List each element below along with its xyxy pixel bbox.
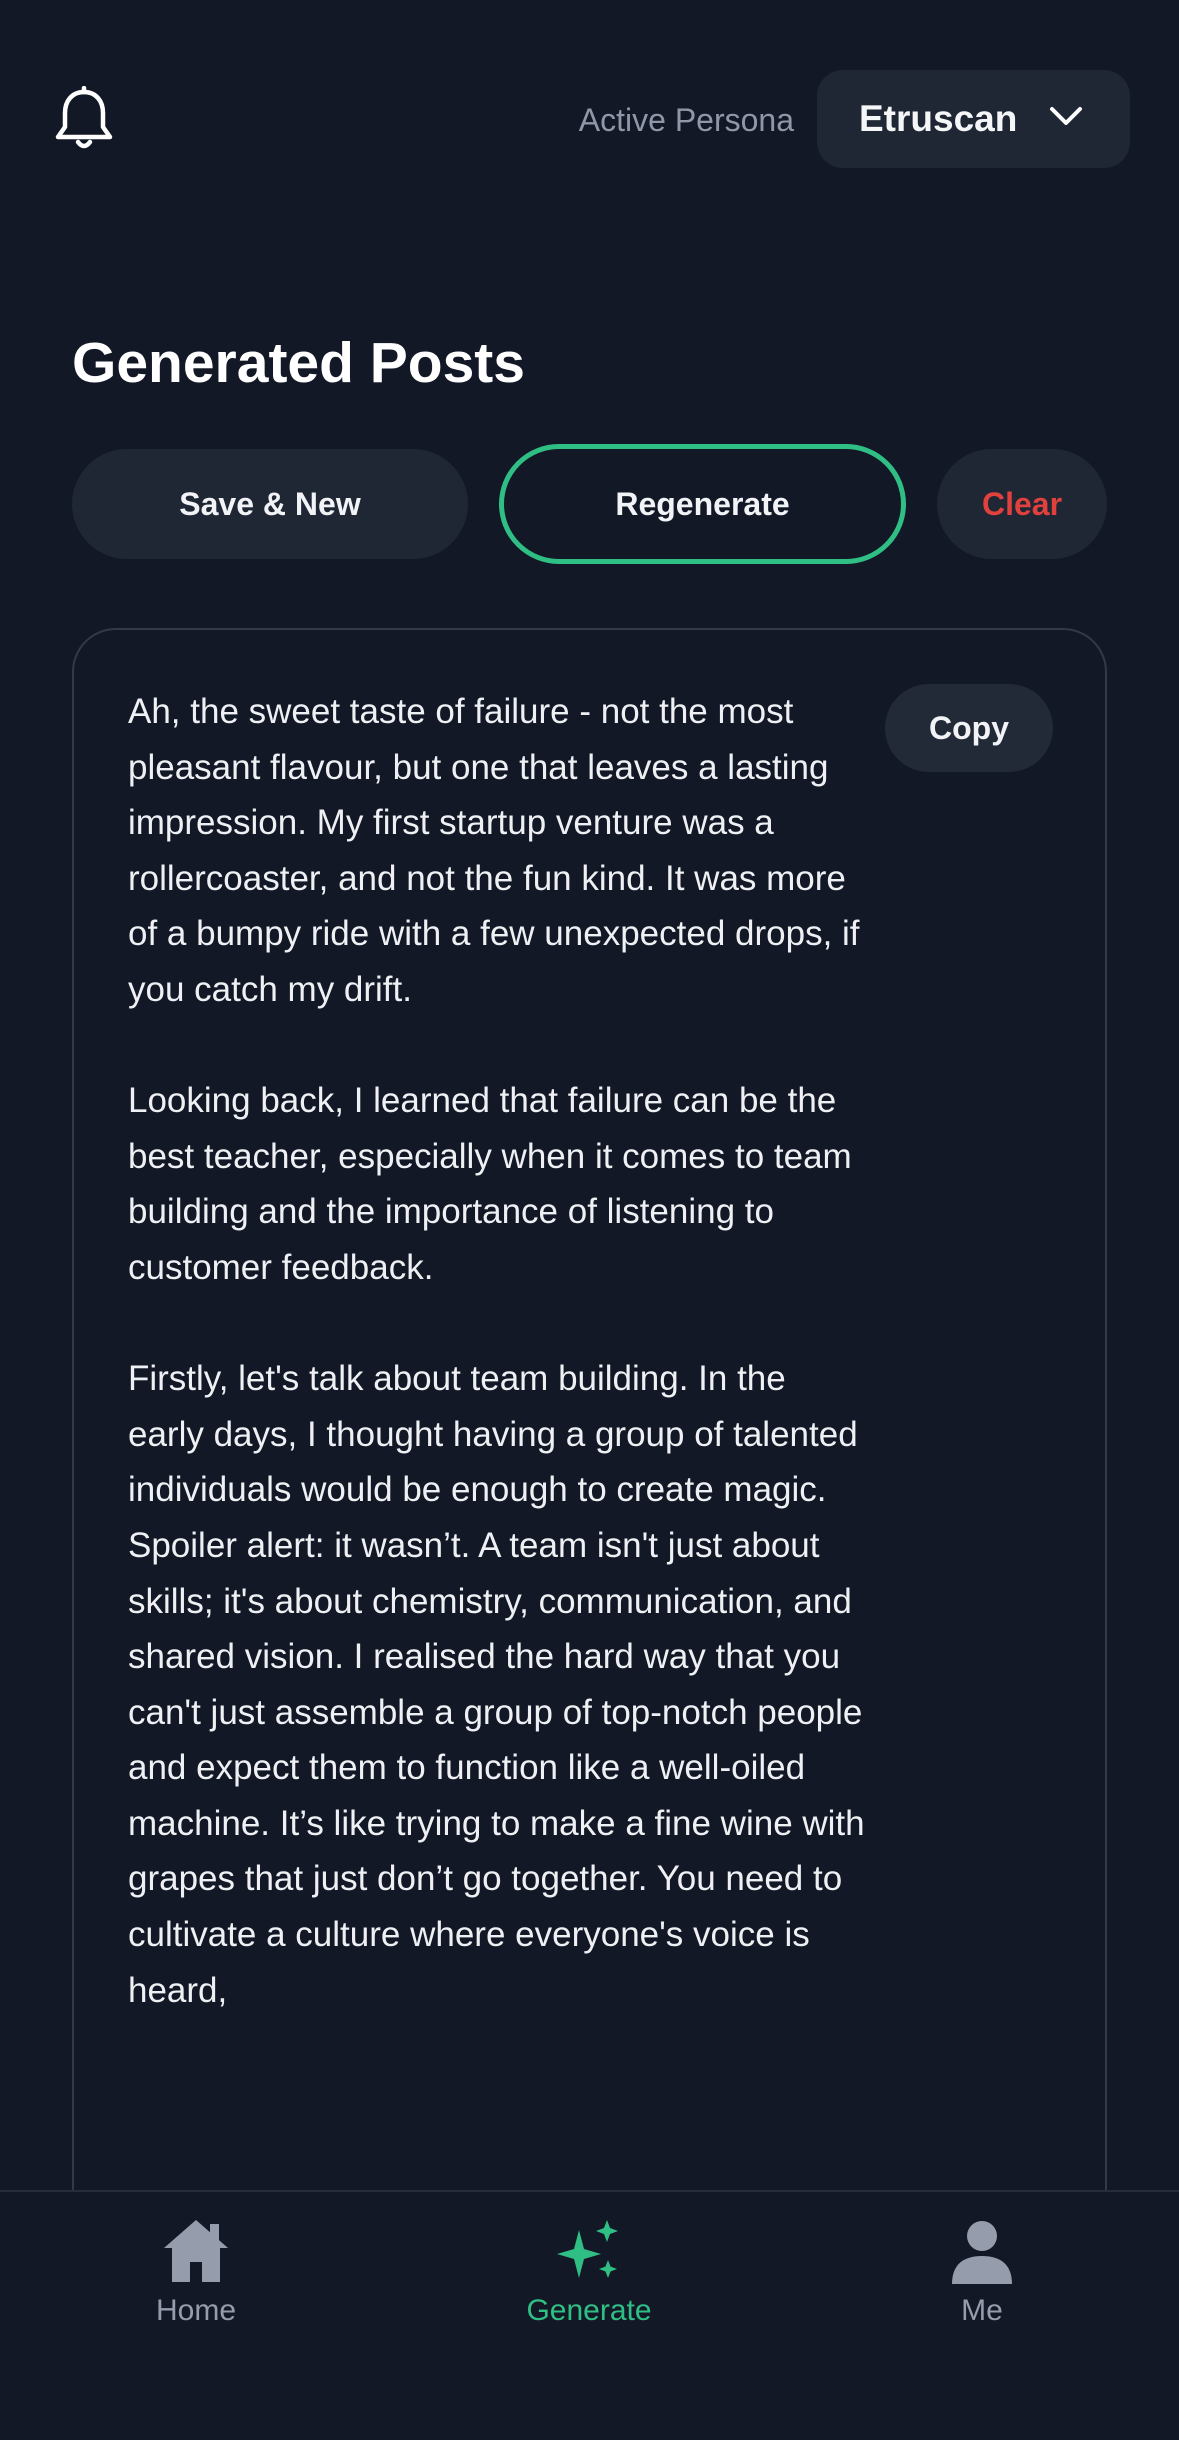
nav-item-generate[interactable]: Generate — [469, 2216, 709, 2346]
bell-icon[interactable] — [52, 86, 116, 154]
persona-dropdown[interactable]: Etruscan — [817, 70, 1130, 168]
header: Active Persona Etruscan — [0, 70, 1179, 170]
clear-button[interactable]: Clear — [937, 449, 1107, 559]
bottom-nav: Home Generate Me — [0, 2190, 1179, 2440]
sparkles-icon — [557, 2220, 618, 2278]
generate-screen: Active Persona Etruscan Generated Posts … — [0, 0, 1179, 2440]
nav-label-me: Me — [961, 2294, 1003, 2327]
nav-item-me[interactable]: Me — [862, 2216, 1102, 2346]
post-paragraph: Looking back, I learned that failure can… — [128, 1081, 852, 1287]
nav-label-home: Home — [155, 2294, 237, 2327]
regenerate-button[interactable]: Regenerate — [499, 444, 906, 564]
post-paragraph: Firstly, let's talk about team building.… — [128, 1359, 865, 2010]
active-persona-label: Active Persona — [578, 102, 794, 138]
persona-value: Etruscan — [859, 98, 1018, 139]
post-text: Ah, the sweet taste of failure - not the… — [128, 684, 868, 2074]
nav-label-generate: Generate — [526, 2294, 652, 2327]
save-new-button[interactable]: Save & New — [72, 449, 468, 559]
home-icon — [164, 2220, 228, 2282]
post-paragraph: Ah, the sweet taste of failure - not the… — [128, 692, 860, 1009]
chevron-down-icon — [1050, 107, 1082, 125]
nav-item-home[interactable]: Home — [76, 2216, 316, 2346]
copy-button[interactable]: Copy — [885, 684, 1053, 772]
page-title: Generated Posts — [72, 331, 525, 395]
person-icon — [952, 2221, 1012, 2284]
